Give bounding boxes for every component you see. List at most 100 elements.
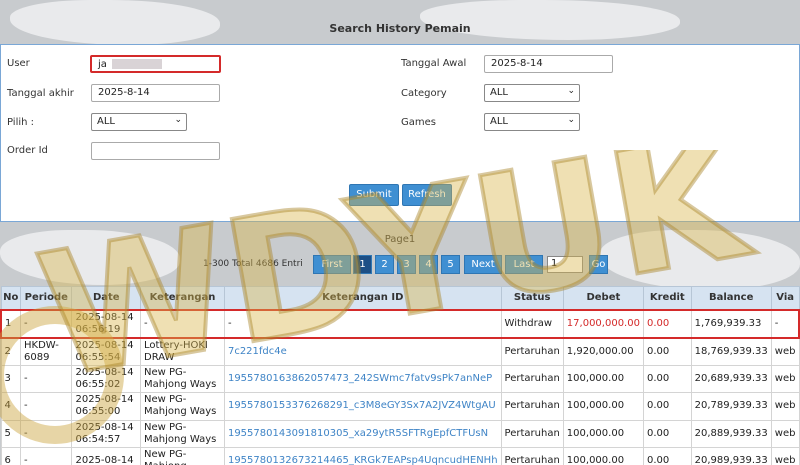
- cell-via: web: [770, 447, 800, 465]
- pilih-value: ALL: [97, 116, 115, 127]
- chevron-down-icon: ⌄: [567, 86, 575, 96]
- next-page-button[interactable]: Next: [464, 255, 502, 274]
- first-page-button[interactable]: First: [313, 255, 351, 274]
- col-keterangan[interactable]: Keterangan: [140, 286, 225, 310]
- table-row[interactable]: 3 - 2025-08-14 06:55:02 New PG-Mahjong W…: [0, 364, 800, 393]
- refresh-button[interactable]: Refresh: [402, 184, 452, 206]
- page-button-2[interactable]: 2: [375, 255, 394, 274]
- cell-debet: 100,000.00: [562, 392, 644, 421]
- last-page-button[interactable]: Last: [505, 255, 543, 274]
- cell-via: web: [770, 392, 800, 421]
- order-id-label: Order Id: [7, 145, 48, 156]
- user-input[interactable]: ja: [90, 55, 221, 73]
- cell-debet: 100,000.00: [562, 419, 644, 448]
- category-label: Category: [401, 88, 447, 99]
- cell-balance: 20,789,939.33: [690, 392, 772, 421]
- cell-keterangan-id-link[interactable]: 1955780163862057473_242SWmc7fatv9sPk7anN…: [223, 364, 502, 393]
- redacted-blur: [112, 59, 163, 69]
- cell-debet: 100,000.00: [562, 447, 644, 465]
- cell-date: 2025-08-14 06:55:02: [71, 364, 142, 393]
- tanggal-awal-label: Tanggal Awal: [401, 58, 467, 69]
- col-via[interactable]: Via: [770, 286, 800, 310]
- col-date[interactable]: Date: [71, 286, 142, 310]
- col-periode[interactable]: Periode: [20, 286, 73, 310]
- search-form-panel: User ja Tanggal Awal 2025-8-14 Tanggal a…: [0, 44, 800, 222]
- cell-keterangan: New PG-Mahjong: [140, 447, 225, 465]
- col-no[interactable]: No: [0, 286, 22, 310]
- col-keterangan-id[interactable]: Keterangan ID: [223, 286, 502, 310]
- submit-button[interactable]: Submit: [349, 184, 399, 206]
- cell-keterangan: Lottery-HOKI DRAW: [140, 337, 225, 366]
- cell-no: 4: [0, 392, 22, 421]
- cell-keterangan-id-link[interactable]: 1955780143091810305_xa29ytR5SFTRgEpfCTFU…: [223, 419, 502, 448]
- cell-via: web: [770, 419, 800, 448]
- category-value: ALL: [490, 87, 508, 98]
- table-row[interactable]: 4 - 2025-08-14 06:55:00 New PG-Mahjong W…: [0, 392, 800, 421]
- games-value: ALL: [490, 116, 508, 127]
- cell-kredit: 0.00: [642, 308, 692, 339]
- cell-kredit: 0.00: [642, 337, 692, 366]
- page-jump-input[interactable]: 1: [547, 256, 583, 273]
- chevron-down-icon: ⌄: [174, 115, 182, 125]
- cell-keterangan-id-link[interactable]: 1955780132673214465_KRGk7EAPsp4UqncudHEN…: [223, 447, 502, 465]
- cell-kredit: 0.00: [642, 419, 692, 448]
- games-select[interactable]: ALL ⌄: [484, 113, 580, 131]
- pilih-select[interactable]: ALL ⌄: [91, 113, 187, 131]
- cell-periode: HKDW-6089: [20, 337, 73, 366]
- cell-balance: 20,989,939.33: [690, 447, 772, 465]
- games-label: Games: [401, 117, 436, 128]
- cell-status: Pertaruhan: [500, 392, 564, 421]
- cell-via: web: [770, 364, 800, 393]
- cell-keterangan: New PG-Mahjong Ways: [140, 392, 225, 421]
- cell-debet: 17,000,000.00: [562, 308, 644, 339]
- chevron-down-icon: ⌄: [567, 115, 575, 125]
- page-title: Search History Pemain: [329, 22, 471, 35]
- order-id-input[interactable]: [91, 142, 220, 160]
- cell-kredit: 0.00: [642, 364, 692, 393]
- page-button-1[interactable]: 1: [353, 255, 372, 274]
- cell-keterangan: New PG-Mahjong Ways: [140, 419, 225, 448]
- entries-info: 1-300 Total 4686 Entri: [203, 259, 303, 269]
- cell-keterangan-id-link[interactable]: 1955780153376268291_c3M8eGY3Sx7A2JVZ4Wtg…: [223, 392, 502, 421]
- cell-keterangan: -: [140, 308, 225, 339]
- tanggal-akhir-label: Tanggal akhir: [7, 88, 74, 99]
- col-balance[interactable]: Balance: [690, 286, 772, 310]
- page-button-3[interactable]: 3: [397, 255, 416, 274]
- col-status[interactable]: Status: [500, 286, 564, 310]
- user-value: ja: [98, 59, 107, 70]
- cell-via: web: [770, 337, 800, 366]
- cell-keterangan-id-link[interactable]: 7c221fdc4e: [223, 337, 502, 366]
- table-header-row: No Periode Date Keterangan Keterangan ID…: [0, 286, 800, 310]
- history-table: No Periode Date Keterangan Keterangan ID…: [0, 286, 800, 465]
- col-debet[interactable]: Debet: [562, 286, 644, 310]
- cell-kredit: 0.00: [642, 392, 692, 421]
- cell-status: Pertaruhan: [500, 419, 564, 448]
- col-kredit[interactable]: Kredit: [642, 286, 692, 310]
- cell-kredit: 0.00: [642, 447, 692, 465]
- table-row[interactable]: 2 HKDW-6089 2025-08-14 06:55:54 Lottery-…: [0, 337, 800, 366]
- cell-balance: 1,769,939.33: [690, 308, 772, 339]
- cell-keterangan: New PG-Mahjong Ways: [140, 364, 225, 393]
- cell-date: 2025-08-14 06:56:19: [71, 308, 142, 339]
- cell-periode: -: [20, 308, 73, 339]
- category-select[interactable]: ALL ⌄: [484, 84, 580, 102]
- go-button[interactable]: Go: [589, 255, 608, 274]
- cell-periode: -: [20, 447, 73, 465]
- page-button-4[interactable]: 4: [419, 255, 438, 274]
- page-button-5[interactable]: 5: [441, 255, 460, 274]
- cell-balance: 20,689,939.33: [690, 364, 772, 393]
- table-row[interactable]: 1 - 2025-08-14 06:56:19 - - Withdraw 17,…: [0, 308, 800, 339]
- cell-date: 2025-08-14: [71, 447, 142, 465]
- table-row[interactable]: 5 - 2025-08-14 06:54:57 New PG-Mahjong W…: [0, 419, 800, 448]
- tanggal-awal-input[interactable]: 2025-8-14: [484, 55, 613, 73]
- table-row[interactable]: 6 - 2025-08-14 New PG-Mahjong 1955780132…: [0, 447, 800, 465]
- cell-date: 2025-08-14 06:55:00: [71, 392, 142, 421]
- cell-no: 6: [0, 447, 22, 465]
- tanggal-akhir-input[interactable]: 2025-8-14: [91, 84, 220, 102]
- cell-balance: 20,889,939.33: [690, 419, 772, 448]
- cell-debet: 1,920,000.00: [562, 337, 644, 366]
- cell-status: Pertaruhan: [500, 447, 564, 465]
- cell-periode: -: [20, 419, 73, 448]
- cell-date: 2025-08-14 06:55:54: [71, 337, 142, 366]
- cell-periode: -: [20, 392, 73, 421]
